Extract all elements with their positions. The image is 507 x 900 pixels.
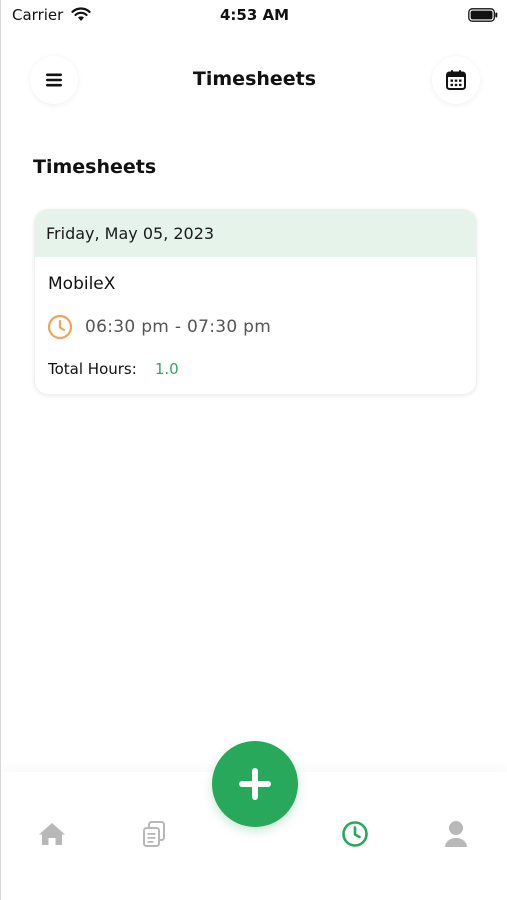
timesheet-project: MobileX — [48, 274, 116, 294]
documents-icon — [143, 821, 165, 847]
calendar-icon — [446, 70, 466, 90]
section-title: Timesheets — [33, 156, 157, 178]
timesheet-time-row: 06:30 pm - 07:30 pm — [47, 314, 271, 340]
nav-documents[interactable] — [136, 816, 172, 852]
clock-icon — [342, 821, 368, 847]
calendar-button[interactable] — [432, 56, 480, 104]
home-icon — [39, 823, 65, 845]
total-hours-value: 1.0 — [154, 360, 179, 378]
timesheet-hours-row: Total Hours: 1.0 — [48, 360, 179, 378]
plus-icon — [239, 768, 271, 800]
clock-icon — [47, 314, 73, 340]
app-header: Timesheets — [1, 52, 507, 108]
timesheets-screen: Carrier 4:53 AM Timesheets Timesheets Fr… — [0, 0, 507, 900]
battery-icon — [468, 8, 498, 22]
profile-icon — [445, 821, 467, 847]
timesheet-card[interactable]: Friday, May 05, 2023 MobileX 06:30 pm - … — [34, 209, 477, 395]
status-time: 4:53 AM — [219, 6, 290, 24]
total-hours-label: Total Hours: — [48, 360, 137, 378]
timesheet-time-range: 06:30 pm - 07:30 pm — [85, 317, 272, 337]
timesheet-date: Friday, May 05, 2023 — [35, 210, 476, 257]
status-bar: Carrier 4:53 AM — [1, 0, 507, 32]
add-timesheet-button[interactable] — [212, 741, 298, 827]
nav-timesheets[interactable] — [337, 816, 373, 852]
nav-home[interactable] — [34, 816, 70, 852]
nav-profile[interactable] — [438, 816, 474, 852]
